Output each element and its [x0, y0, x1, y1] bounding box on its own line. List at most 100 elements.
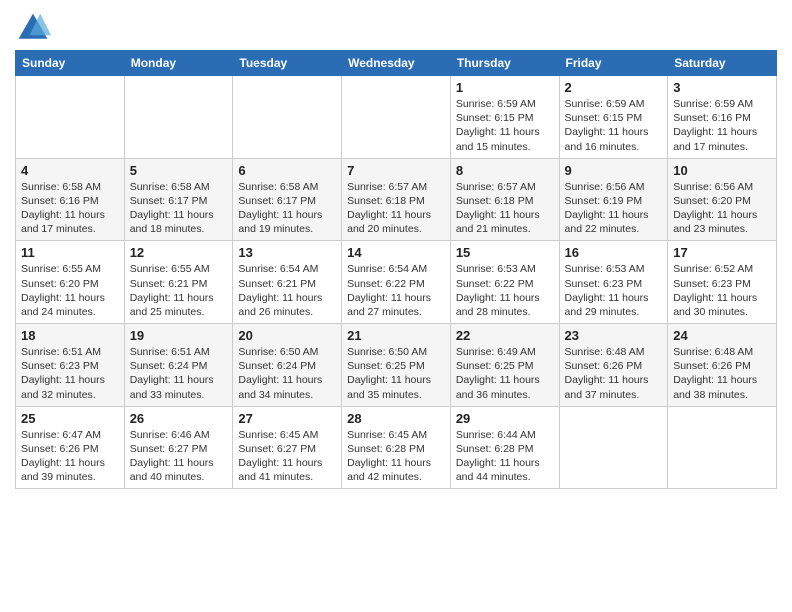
day-number: 3: [673, 80, 771, 95]
day-info: Sunrise: 6:54 AM Sunset: 6:22 PM Dayligh…: [347, 262, 445, 319]
calendar-cell: 22 Sunrise: 6:49 AM Sunset: 6:25 PM Dayli…: [450, 324, 559, 407]
day-info: Sunrise: 6:59 AM Sunset: 6:15 PM Dayligh…: [565, 97, 663, 154]
day-number: 27: [238, 411, 336, 426]
calendar-cell: 1 Sunrise: 6:59 AM Sunset: 6:15 PM Daylig…: [450, 76, 559, 159]
weekday-header-friday: Friday: [559, 51, 668, 76]
day-info: Sunrise: 6:44 AM Sunset: 6:28 PM Dayligh…: [456, 428, 554, 485]
day-number: 22: [456, 328, 554, 343]
day-info: Sunrise: 6:50 AM Sunset: 6:25 PM Dayligh…: [347, 345, 445, 402]
day-info: Sunrise: 6:45 AM Sunset: 6:27 PM Dayligh…: [238, 428, 336, 485]
calendar-cell: 16 Sunrise: 6:53 AM Sunset: 6:23 PM Dayli…: [559, 241, 668, 324]
day-info: Sunrise: 6:50 AM Sunset: 6:24 PM Dayligh…: [238, 345, 336, 402]
calendar-cell: 27 Sunrise: 6:45 AM Sunset: 6:27 PM Dayli…: [233, 406, 342, 489]
logo-icon: [15, 10, 51, 46]
day-number: 1: [456, 80, 554, 95]
calendar-week-1: 1 Sunrise: 6:59 AM Sunset: 6:15 PM Daylig…: [16, 76, 777, 159]
calendar-cell: [668, 406, 777, 489]
day-number: 19: [130, 328, 228, 343]
calendar-cell: 23 Sunrise: 6:48 AM Sunset: 6:26 PM Dayli…: [559, 324, 668, 407]
calendar-cell: 20 Sunrise: 6:50 AM Sunset: 6:24 PM Dayli…: [233, 324, 342, 407]
day-info: Sunrise: 6:48 AM Sunset: 6:26 PM Dayligh…: [673, 345, 771, 402]
day-number: 5: [130, 163, 228, 178]
calendar-cell: 25 Sunrise: 6:47 AM Sunset: 6:26 PM Dayli…: [16, 406, 125, 489]
day-number: 9: [565, 163, 663, 178]
calendar-cell: 9Sunrise: 6:56 AM Sunset: 6:19 PM Daylig…: [559, 158, 668, 241]
calendar-cell: [16, 76, 125, 159]
day-number: 2: [565, 80, 663, 95]
calendar-table: SundayMondayTuesdayWednesdayThursdayFrid…: [15, 50, 777, 489]
day-number: 11: [21, 245, 119, 260]
calendar-cell: 21 Sunrise: 6:50 AM Sunset: 6:25 PM Dayli…: [342, 324, 451, 407]
day-info: Sunrise: 6:57 AM Sunset: 6:18 PM Dayligh…: [347, 180, 445, 237]
day-number: 18: [21, 328, 119, 343]
day-number: 10: [673, 163, 771, 178]
day-info: Sunrise: 6:51 AM Sunset: 6:23 PM Dayligh…: [21, 345, 119, 402]
calendar-cell: 13 Sunrise: 6:54 AM Sunset: 6:21 PM Dayli…: [233, 241, 342, 324]
calendar-cell: 7Sunrise: 6:57 AM Sunset: 6:18 PM Daylig…: [342, 158, 451, 241]
day-info: Sunrise: 6:45 AM Sunset: 6:28 PM Dayligh…: [347, 428, 445, 485]
calendar-cell: [559, 406, 668, 489]
day-info: Sunrise: 6:58 AM Sunset: 6:17 PM Dayligh…: [238, 180, 336, 237]
day-number: 16: [565, 245, 663, 260]
calendar-cell: 12 Sunrise: 6:55 AM Sunset: 6:21 PM Dayli…: [124, 241, 233, 324]
day-info: Sunrise: 6:51 AM Sunset: 6:24 PM Dayligh…: [130, 345, 228, 402]
weekday-header-row: SundayMondayTuesdayWednesdayThursdayFrid…: [16, 51, 777, 76]
calendar-cell: [124, 76, 233, 159]
day-info: Sunrise: 6:57 AM Sunset: 6:18 PM Dayligh…: [456, 180, 554, 237]
calendar-cell: [233, 76, 342, 159]
day-number: 28: [347, 411, 445, 426]
day-number: 14: [347, 245, 445, 260]
calendar-cell: 15Sunrise: 6:53 AM Sunset: 6:22 PM Dayli…: [450, 241, 559, 324]
day-info: Sunrise: 6:58 AM Sunset: 6:16 PM Dayligh…: [21, 180, 119, 237]
calendar-cell: 18 Sunrise: 6:51 AM Sunset: 6:23 PM Dayli…: [16, 324, 125, 407]
day-info: Sunrise: 6:52 AM Sunset: 6:23 PM Dayligh…: [673, 262, 771, 319]
calendar-week-5: 25 Sunrise: 6:47 AM Sunset: 6:26 PM Dayli…: [16, 406, 777, 489]
day-number: 12: [130, 245, 228, 260]
calendar-cell: 29 Sunrise: 6:44 AM Sunset: 6:28 PM Dayli…: [450, 406, 559, 489]
day-number: 20: [238, 328, 336, 343]
weekday-header-tuesday: Tuesday: [233, 51, 342, 76]
day-info: Sunrise: 6:59 AM Sunset: 6:16 PM Dayligh…: [673, 97, 771, 154]
calendar-cell: 14 Sunrise: 6:54 AM Sunset: 6:22 PM Dayli…: [342, 241, 451, 324]
calendar-cell: 10Sunrise: 6:56 AM Sunset: 6:20 PM Dayli…: [668, 158, 777, 241]
day-number: 13: [238, 245, 336, 260]
day-info: Sunrise: 6:55 AM Sunset: 6:21 PM Dayligh…: [130, 262, 228, 319]
weekday-header-thursday: Thursday: [450, 51, 559, 76]
calendar-cell: 4Sunrise: 6:58 AM Sunset: 6:16 PM Daylig…: [16, 158, 125, 241]
day-number: 23: [565, 328, 663, 343]
weekday-header-wednesday: Wednesday: [342, 51, 451, 76]
day-number: 15: [456, 245, 554, 260]
calendar-cell: 2 Sunrise: 6:59 AM Sunset: 6:15 PM Daylig…: [559, 76, 668, 159]
day-info: Sunrise: 6:53 AM Sunset: 6:23 PM Dayligh…: [565, 262, 663, 319]
calendar-week-3: 11Sunrise: 6:55 AM Sunset: 6:20 PM Dayli…: [16, 241, 777, 324]
calendar-cell: 24 Sunrise: 6:48 AM Sunset: 6:26 PM Dayli…: [668, 324, 777, 407]
day-number: 26: [130, 411, 228, 426]
day-number: 6: [238, 163, 336, 178]
day-number: 21: [347, 328, 445, 343]
logo: [15, 10, 55, 46]
day-number: 17: [673, 245, 771, 260]
day-info: Sunrise: 6:54 AM Sunset: 6:21 PM Dayligh…: [238, 262, 336, 319]
day-info: Sunrise: 6:49 AM Sunset: 6:25 PM Dayligh…: [456, 345, 554, 402]
header: [15, 10, 777, 46]
calendar-week-4: 18 Sunrise: 6:51 AM Sunset: 6:23 PM Dayli…: [16, 324, 777, 407]
day-number: 29: [456, 411, 554, 426]
day-number: 8: [456, 163, 554, 178]
day-info: Sunrise: 6:59 AM Sunset: 6:15 PM Dayligh…: [456, 97, 554, 154]
day-info: Sunrise: 6:46 AM Sunset: 6:27 PM Dayligh…: [130, 428, 228, 485]
day-number: 25: [21, 411, 119, 426]
calendar-cell: 8 Sunrise: 6:57 AM Sunset: 6:18 PM Daylig…: [450, 158, 559, 241]
calendar-cell: 5 Sunrise: 6:58 AM Sunset: 6:17 PM Daylig…: [124, 158, 233, 241]
calendar-week-2: 4Sunrise: 6:58 AM Sunset: 6:16 PM Daylig…: [16, 158, 777, 241]
calendar-cell: [342, 76, 451, 159]
calendar-cell: 28 Sunrise: 6:45 AM Sunset: 6:28 PM Dayli…: [342, 406, 451, 489]
day-info: Sunrise: 6:58 AM Sunset: 6:17 PM Dayligh…: [130, 180, 228, 237]
calendar-cell: 17 Sunrise: 6:52 AM Sunset: 6:23 PM Dayli…: [668, 241, 777, 324]
weekday-header-sunday: Sunday: [16, 51, 125, 76]
weekday-header-saturday: Saturday: [668, 51, 777, 76]
day-info: Sunrise: 6:48 AM Sunset: 6:26 PM Dayligh…: [565, 345, 663, 402]
calendar-cell: 26 Sunrise: 6:46 AM Sunset: 6:27 PM Dayli…: [124, 406, 233, 489]
day-info: Sunrise: 6:47 AM Sunset: 6:26 PM Dayligh…: [21, 428, 119, 485]
day-number: 24: [673, 328, 771, 343]
calendar-cell: 11Sunrise: 6:55 AM Sunset: 6:20 PM Dayli…: [16, 241, 125, 324]
